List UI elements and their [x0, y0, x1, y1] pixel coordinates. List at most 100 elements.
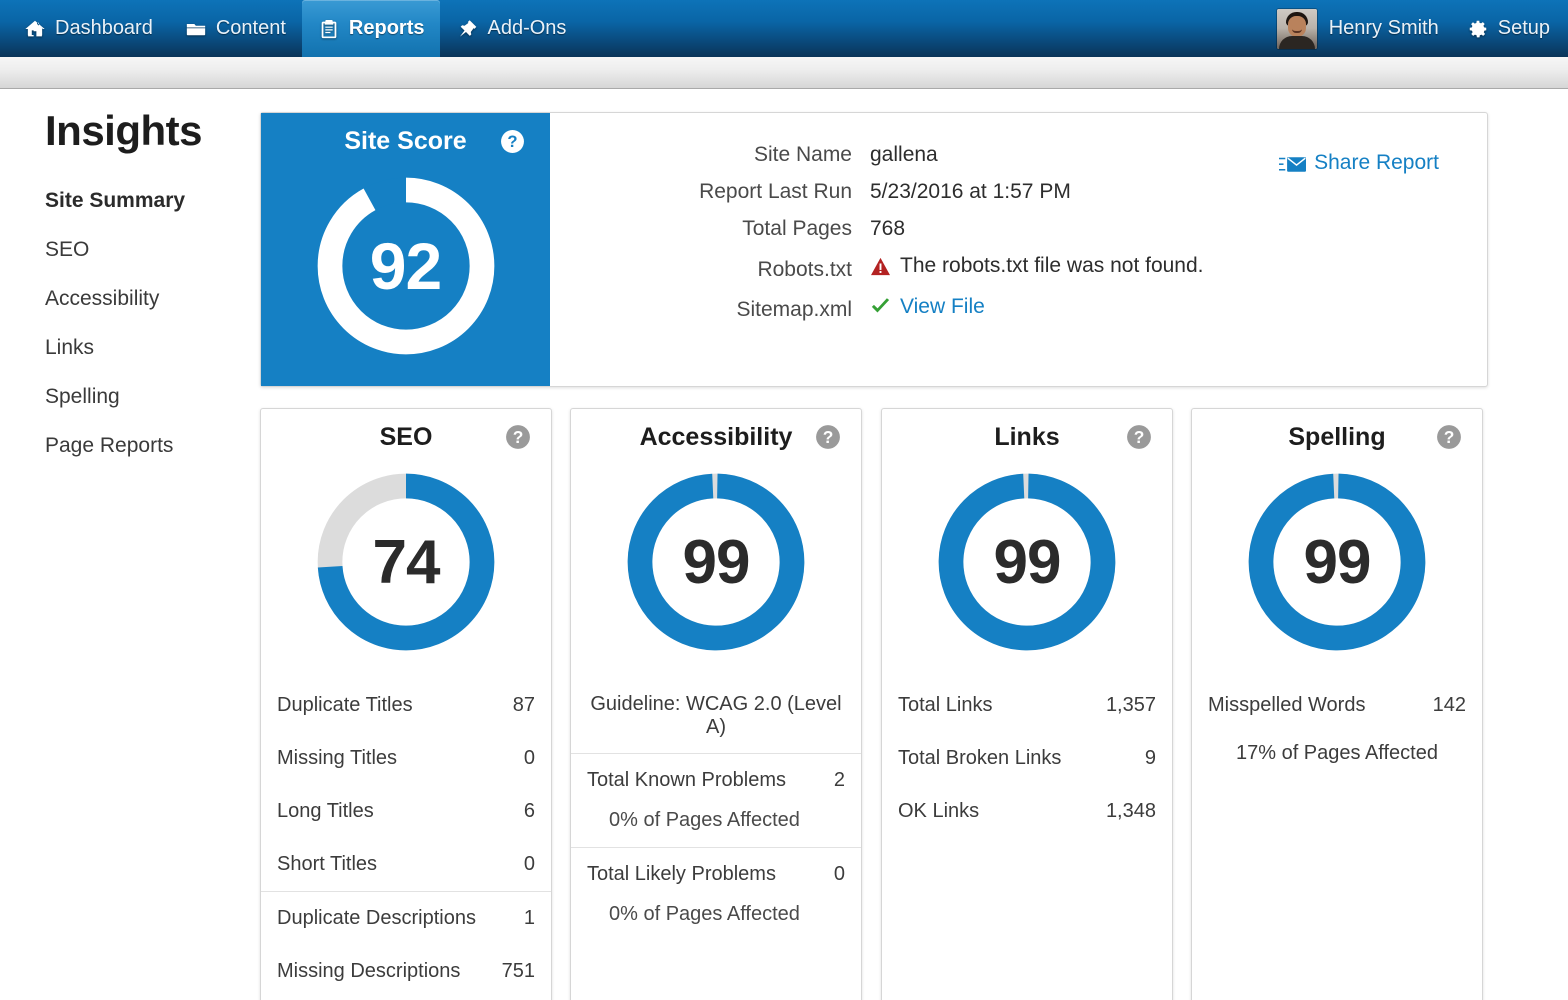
help-icon[interactable]: ? [1126, 424, 1152, 450]
sidebar-item-label: Page Reports [45, 434, 174, 457]
stat-row-duplicate-descriptions: Duplicate Descriptions 1 [261, 892, 551, 945]
spelling-pages-affected: 17% of Pages Affected [1235, 742, 1438, 764]
site-score-panel: Site Score ? 92 [261, 113, 550, 386]
stat-row-total-known-problems: Total Known Problems 2 [571, 754, 861, 807]
stat-value: 0 [833, 863, 845, 885]
page-title: Insights [45, 107, 203, 154]
stat-label: Total Links [898, 694, 993, 716]
setup-label: Setup [1497, 17, 1550, 39]
nav-item-content[interactable]: Content [169, 0, 302, 57]
svg-text:?: ? [1134, 427, 1145, 447]
accessibility-card: Accessibility ? 99 Guideline: WCAG 2.0 (… [570, 408, 862, 1000]
checkmark-icon [870, 297, 891, 316]
stat-label: Short Titles [277, 853, 378, 875]
nav-item-reports[interactable]: Reports [301, 0, 441, 57]
nav-item-label: Dashboard [55, 17, 153, 39]
info-value: 768 [870, 217, 906, 240]
stat-value: 2 [833, 769, 845, 791]
sidebar-item-site-summary[interactable]: Site Summary [45, 177, 245, 226]
stat-value: 0 [523, 747, 535, 769]
sidebar-item-links[interactable]: Links [45, 324, 245, 373]
sidebar-item-spelling[interactable]: Spelling [45, 373, 245, 422]
links-score-donut-chart: 99 [932, 467, 1122, 657]
nav-item-dashboard[interactable]: Dashboard [8, 0, 169, 57]
help-icon[interactable]: ? [500, 129, 525, 154]
top-navigation-bar: Dashboard Content Reports Add-Ons Henry … [0, 0, 1568, 57]
info-row-report-last-run: Report Last Run 5/23/2016 at 1:57 PM [600, 180, 1204, 204]
stat-row-misspelled-words: Misspelled Words 142 [1192, 679, 1482, 732]
seo-score-value: 74 [372, 527, 441, 597]
card-title: Spelling [1288, 422, 1386, 451]
stat-value: 6 [523, 800, 535, 822]
secondary-toolbar [0, 57, 1568, 89]
info-label: Total Pages [742, 217, 852, 240]
avatar [1276, 8, 1317, 49]
site-summary-panel: Site Score ? 92 Site Name gallena Report… [260, 112, 1488, 387]
envelope-icon [1279, 155, 1307, 172]
stat-label: OK Links [898, 800, 980, 822]
nav-item-label: Content [215, 17, 286, 39]
info-row-site-name: Site Name gallena [600, 143, 1204, 167]
info-value-group: View File [870, 295, 985, 319]
nav-user-area: Henry Smith Setup [1276, 0, 1568, 57]
primary-nav: Dashboard Content Reports Add-Ons [0, 0, 582, 57]
stat-value: 0 [523, 853, 535, 875]
links-stats-list: Total Links 1,357 Total Broken Links 9 O… [882, 679, 1172, 838]
home-icon [24, 18, 46, 40]
stat-value: 1,348 [1105, 800, 1156, 822]
pushpin-icon [456, 18, 478, 40]
stat-row-missing-titles: Missing Titles 0 [261, 732, 551, 785]
spelling-score-value: 99 [1303, 527, 1372, 597]
svg-text:?: ? [507, 132, 517, 151]
sidebar-item-accessibility[interactable]: Accessibility [45, 275, 245, 324]
info-label: Robots.txt [757, 257, 852, 281]
stat-label: Misspelled Words [1208, 694, 1366, 716]
stat-label: Total Broken Links [898, 747, 1062, 769]
stat-row-total-broken-links: Total Broken Links 9 [882, 732, 1172, 785]
help-icon[interactable]: ? [815, 424, 841, 450]
help-icon[interactable]: ? [505, 424, 531, 450]
stat-label: Missing Titles [277, 747, 398, 769]
sidebar-item-label: SEO [45, 238, 90, 261]
nav-item-add-ons[interactable]: Add-Ons [440, 0, 582, 57]
links-score-value: 99 [993, 527, 1062, 597]
share-report-label: Share Report [1314, 151, 1439, 174]
info-row-robots-txt: Robots.txt The robots.txt file was not f… [600, 254, 1204, 282]
accessibility-score-value: 99 [682, 527, 751, 597]
sidebar-item-page-reports[interactable]: Page Reports [45, 422, 245, 471]
report-info-list: Site Name gallena Report Last Run 5/23/2… [600, 143, 1204, 335]
stat-row-duplicate-titles: Duplicate Titles 87 [261, 679, 551, 732]
info-value: 5/23/2016 at 1:57 PM [870, 180, 1071, 203]
sidebar-item-label: Spelling [45, 385, 120, 408]
stat-row-total-links: Total Links 1,357 [882, 679, 1172, 732]
view-sitemap-file-link[interactable]: View File [900, 295, 985, 319]
sidebar-item-seo[interactable]: SEO [45, 226, 245, 275]
stat-row-short-titles: Short Titles 0 [261, 838, 551, 891]
accessibility-score-donut-chart: 99 [621, 467, 811, 657]
user-name-label: Henry Smith [1328, 17, 1439, 39]
sidebar-item-label: Site Summary [45, 189, 186, 212]
card-title: SEO [379, 422, 433, 451]
accessibility-guideline: Guideline: WCAG 2.0 (Level A) [590, 693, 842, 738]
seo-card: SEO ? 74 Duplicate Titles 87 Missing Tit… [260, 408, 552, 1000]
nav-item-label: Add-Ons [487, 17, 567, 39]
robots-txt-status-text: The robots.txt file was not found. [900, 254, 1204, 277]
page-content: Insights Site Summary SEO Accessibility … [0, 90, 1568, 1000]
share-report-button[interactable]: Share Report [1279, 151, 1439, 175]
info-label: Sitemap.xml [736, 298, 852, 321]
user-menu[interactable]: Henry Smith [1276, 8, 1439, 49]
site-score-donut-chart: 92 [311, 171, 501, 361]
gear-icon [1467, 18, 1489, 40]
sidebar-list: Site Summary SEO Accessibility Links Spe… [45, 177, 245, 471]
sidebar-item-label: Accessibility [45, 287, 160, 310]
folder-icon [185, 18, 207, 40]
info-row-total-pages: Total Pages 768 [600, 217, 1204, 241]
seo-stats-list: Duplicate Titles 87 Missing Titles 0 Lon… [261, 679, 551, 998]
info-label: Site Name [753, 143, 852, 166]
stat-value: 1 [523, 907, 535, 929]
help-icon[interactable]: ? [1436, 424, 1462, 450]
info-label: Report Last Run [699, 180, 852, 203]
stat-label: Total Known Problems [587, 769, 786, 791]
spelling-stats-list: Misspelled Words 142 17% of Pages Affect… [1192, 679, 1482, 765]
setup-button[interactable]: Setup [1467, 17, 1550, 40]
